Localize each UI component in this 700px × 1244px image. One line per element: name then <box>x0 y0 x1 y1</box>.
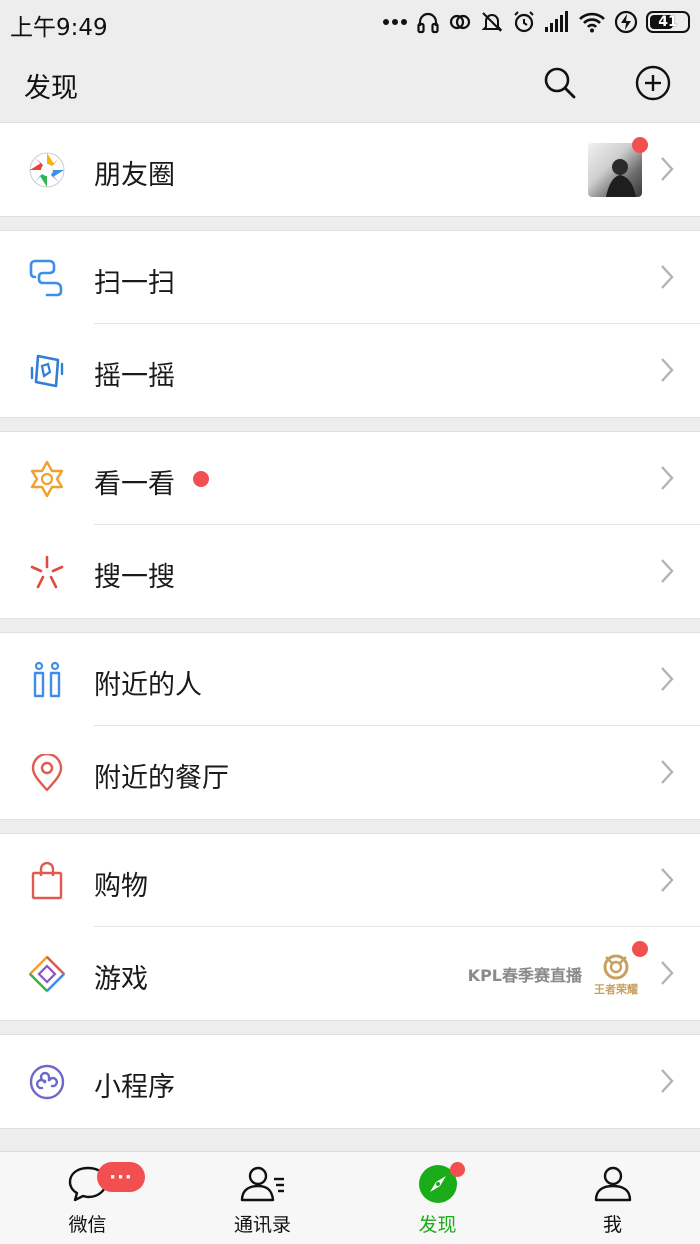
list-item-scan[interactable]: 扫一扫 <box>0 231 700 324</box>
moments-icon <box>27 150 67 190</box>
discover-unread-dot <box>450 1162 465 1177</box>
chevron-right-icon <box>661 358 674 382</box>
group-scan-shake: 扫一扫 摇一摇 <box>0 230 700 418</box>
tab-label: 微信 <box>68 1214 107 1236</box>
list-item-restaurants-nearby[interactable]: 附近的餐厅 <box>0 726 700 819</box>
list-item-mini-programs[interactable]: 小程序 <box>0 1035 700 1128</box>
top-stories-unread-dot <box>193 471 209 487</box>
list-item-label: 小程序 <box>94 1072 175 1103</box>
list-item-top-stories[interactable]: 看一看 <box>0 432 700 525</box>
signal-icon <box>545 11 568 32</box>
list-item-people-nearby[interactable]: 附近的人 <box>0 633 700 726</box>
status-icons: 41 <box>382 8 690 36</box>
list-item-shopping[interactable]: 购物 <box>0 834 700 927</box>
search-feature-icon <box>27 552 67 592</box>
chevron-right-icon <box>661 961 674 985</box>
contacts-icon <box>240 1162 286 1206</box>
list-item-shake[interactable]: 摇一摇 <box>0 324 700 417</box>
list-item-search[interactable]: 搜一搜 <box>0 525 700 618</box>
moments-unread-dot <box>632 137 648 153</box>
games-promo-text: KPL春季赛直播 <box>467 966 582 985</box>
status-time: 上午9:49 <box>10 15 108 41</box>
list-item-label: 购物 <box>94 871 148 902</box>
battery-level: 41 <box>658 14 678 30</box>
games-unread-dot <box>632 941 648 957</box>
chevron-right-icon <box>661 1069 674 1093</box>
search-button[interactable] <box>540 63 580 103</box>
games-icon <box>27 954 67 994</box>
tab-bar: ··· 微信 通讯录 发现 我 <box>0 1151 700 1244</box>
list-item-label: 搜一搜 <box>94 562 175 593</box>
chevron-right-icon <box>661 667 674 691</box>
chats-badge: ··· <box>97 1162 145 1192</box>
scan-icon <box>27 258 67 298</box>
sync-icon <box>449 14 471 30</box>
tab-label: 发现 <box>418 1214 457 1236</box>
group-nearby: 附近的人 附近的餐厅 <box>0 632 700 820</box>
game-logo-text: 王者荣耀 <box>594 982 638 996</box>
add-button[interactable] <box>633 63 673 103</box>
headphones-icon <box>417 12 439 34</box>
chevron-right-icon <box>661 157 674 181</box>
tab-chats[interactable]: ··· 微信 <box>0 1152 175 1244</box>
list-item-label: 游戏 <box>94 964 148 995</box>
page-title: 发现 <box>24 73 78 104</box>
group-moments: 朋友圈 <box>0 122 700 217</box>
mini-programs-icon <box>27 1062 67 1102</box>
list-item-games[interactable]: 游戏 KPL春季赛直播 王者荣耀 <box>0 927 700 1020</box>
chevron-right-icon <box>661 760 674 784</box>
group-stories-search: 看一看 搜一搜 <box>0 431 700 619</box>
shopping-bag-icon <box>27 861 67 901</box>
search-icon <box>544 67 576 99</box>
top-stories-icon <box>27 459 67 499</box>
list-item-label: 扫一扫 <box>94 268 175 299</box>
list-item-label: 摇一摇 <box>94 361 175 392</box>
game-logo-icon: 王者荣耀 <box>594 954 638 996</box>
battery-indicator: 41 <box>646 11 690 33</box>
tab-me[interactable]: 我 <box>525 1152 700 1244</box>
chevron-right-icon <box>661 868 674 892</box>
shake-icon <box>27 351 67 391</box>
chevron-right-icon <box>661 265 674 289</box>
tab-label: 我 <box>602 1214 622 1236</box>
tab-contacts[interactable]: 通讯录 <box>175 1152 350 1244</box>
chevron-right-icon <box>661 559 674 583</box>
tab-discover[interactable]: 发现 <box>350 1152 525 1244</box>
list-item-label: 附近的餐厅 <box>94 763 229 794</box>
alarm-icon <box>514 11 534 33</box>
status-bar: 上午9:49 41 <box>0 0 700 44</box>
group-mini-programs: 小程序 <box>0 1034 700 1129</box>
tab-label: 通讯录 <box>233 1214 291 1236</box>
wifi-icon <box>579 12 605 33</box>
mute-bell-icon <box>481 12 503 32</box>
list-item-moments[interactable]: 朋友圈 <box>0 123 700 216</box>
charging-icon <box>614 10 638 34</box>
more-dots-icon <box>383 19 407 25</box>
person-icon <box>590 1162 636 1206</box>
list-item-label: 附近的人 <box>94 670 202 701</box>
plus-circle-icon <box>635 65 671 101</box>
people-nearby-icon <box>27 660 67 700</box>
nav-bar: 发现 <box>0 44 700 122</box>
list-item-label: 看一看 <box>94 469 175 500</box>
location-pin-icon <box>27 753 67 793</box>
list-item-label: 朋友圈 <box>94 160 175 191</box>
group-shop-games: 购物 游戏 KPL春季赛直播 王者荣耀 <box>0 833 700 1021</box>
chevron-right-icon <box>661 466 674 490</box>
